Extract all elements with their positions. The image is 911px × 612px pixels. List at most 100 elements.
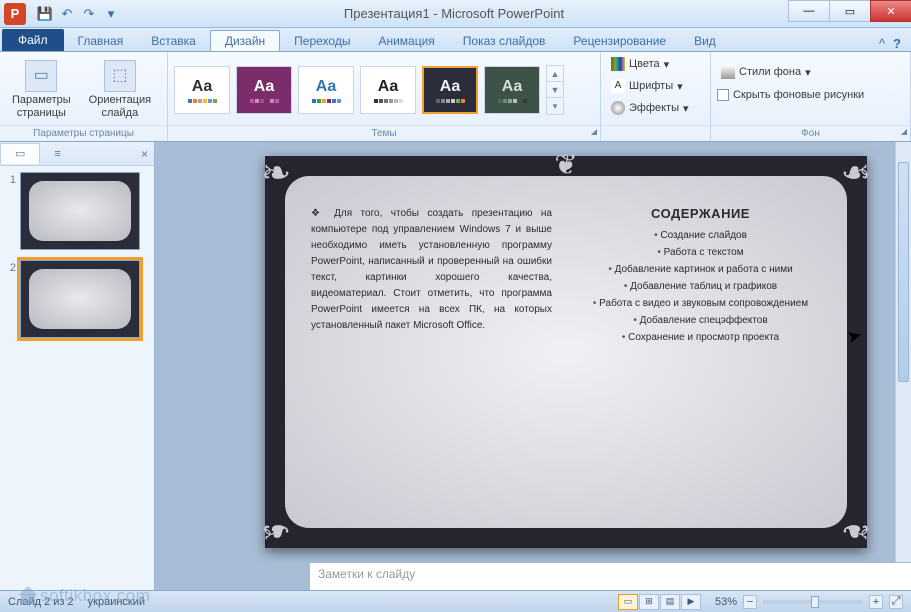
group-themes: AaAaAaAaAaAa▲▼▾ Темы ◢ — [168, 52, 601, 141]
theme-more-icon[interactable]: ▾ — [547, 98, 563, 114]
theme-item-0[interactable]: Aa — [174, 66, 230, 114]
ribbon-minimize-icon[interactable]: ^ — [879, 36, 885, 51]
zoom-knob[interactable] — [811, 596, 819, 608]
title-bar: P 💾 ↶ ↷ ▾ Презентация1 - Microsoft Power… — [0, 0, 911, 28]
toc-item: Работа с видео и звуковым сопровождением — [580, 297, 821, 310]
slide-number: 1 — [4, 172, 16, 250]
theme-item-4[interactable]: Aa — [422, 66, 478, 114]
tab-review[interactable]: Рецензирование — [559, 31, 680, 51]
theme-up-icon[interactable]: ▲ — [547, 66, 563, 82]
background-styles-button[interactable]: Стили фона ▾ — [717, 63, 815, 81]
toc-item: Добавление картинок и работа с ними — [580, 263, 821, 276]
group-label-background: Фон ◢ — [711, 125, 910, 141]
tab-transitions[interactable]: Переходы — [280, 31, 364, 51]
scrollbar-thumb[interactable] — [898, 162, 909, 382]
zoom-in-button[interactable]: + — [869, 595, 883, 609]
bg-launcher-icon[interactable]: ◢ — [901, 127, 907, 136]
minimize-button[interactable]: — — [788, 0, 830, 22]
colors-button[interactable]: Цвета ▾ — [607, 55, 673, 73]
close-button[interactable]: ✕ — [870, 0, 911, 22]
tab-animation[interactable]: Анимация — [364, 31, 448, 51]
fit-window-button[interactable]: ⤢ — [889, 595, 903, 609]
normal-view-button[interactable]: ▭ — [618, 594, 638, 610]
tab-home[interactable]: Главная — [64, 31, 138, 51]
reading-view-button[interactable]: ▤ — [660, 594, 680, 610]
notes-pane[interactable]: Заметки к слайду — [310, 562, 911, 590]
page-setup-icon: ▭ — [25, 60, 57, 92]
hide-bg-graphics-checkbox[interactable]: Скрыть фоновые рисунки — [717, 89, 864, 101]
zoom-percent[interactable]: 53% — [715, 596, 737, 608]
window-title: Презентация1 - Microsoft PowerPoint — [120, 6, 788, 21]
app-icon: P — [4, 3, 26, 25]
checkbox-icon — [717, 89, 729, 101]
ribbon-tabs: Файл Главная Вставка Дизайн Переходы Ани… — [0, 28, 911, 52]
toc-item: Создание слайдов — [580, 229, 821, 242]
tab-insert[interactable]: Вставка — [137, 31, 210, 51]
help-icon[interactable]: ? — [893, 36, 901, 51]
theme-item-1[interactable]: Aa — [236, 66, 292, 114]
slide-text-left[interactable]: ❖ Для того, чтобы создать презентацию на… — [311, 206, 552, 508]
qat-more-icon[interactable]: ▾ — [102, 5, 120, 23]
slide-toc-list: Создание слайдов Работа с текстом Добавлен… — [580, 229, 821, 344]
theme-nav: ▲▼▾ — [546, 65, 564, 115]
workspace: ▭ ≡ × 1 2 ❧ ❧ ❧ ❧ ❦ ❖ Для того, чтобы со… — [0, 142, 911, 590]
status-slide-count: Слайд 2 из 2 — [8, 596, 74, 608]
thumbnail-row: 2 — [4, 260, 150, 338]
toc-item: Сохранение и просмотр проекта — [580, 331, 821, 344]
close-pane-icon[interactable]: × — [141, 147, 148, 161]
tab-view[interactable]: Вид — [680, 31, 730, 51]
slide-text-right[interactable]: СОДЕРЖАНИЕ Создание слайдов Работа с текс… — [580, 206, 821, 508]
window-controls: — ▭ ✕ — [788, 0, 911, 27]
group-variants: Цвета ▾ AШрифты ▾ Эффекты ▾ — [601, 52, 711, 141]
tab-design[interactable]: Дизайн — [210, 30, 280, 51]
thumbnail-tabs: ▭ ≡ × — [0, 142, 154, 166]
toc-item: Добавление таблиц и графиков — [580, 280, 821, 293]
group-label-page-setup: Параметры страницы — [0, 125, 167, 141]
slide-thumbnail-pane: ▭ ≡ × 1 2 — [0, 142, 155, 590]
group-page-setup: ▭ Параметры страницы ⬚ Ориентация слайда… — [0, 52, 168, 141]
vertical-scrollbar[interactable] — [895, 142, 911, 562]
thumbnail-row: 1 — [4, 172, 150, 250]
slide-editor[interactable]: ❧ ❧ ❧ ❧ ❦ ❖ Для того, чтобы создать през… — [155, 142, 911, 590]
zoom-control: 53% − + ⤢ — [715, 595, 903, 609]
thumbnail-list: 1 2 — [0, 166, 154, 590]
redo-icon[interactable]: ↷ — [80, 5, 98, 23]
orientation-icon: ⬚ — [104, 60, 136, 92]
theme-item-3[interactable]: Aa — [360, 66, 416, 114]
slide-thumbnail-2[interactable] — [20, 260, 140, 338]
maximize-button[interactable]: ▭ — [829, 0, 871, 22]
page-setup-button[interactable]: ▭ Параметры страницы — [6, 56, 77, 123]
quick-access-toolbar: 💾 ↶ ↷ ▾ — [36, 5, 120, 23]
effects-button[interactable]: Эффекты ▾ — [607, 99, 693, 117]
theme-down-icon[interactable]: ▼ — [547, 82, 563, 98]
slide-heading: СОДЕРЖАНИЕ — [580, 206, 821, 221]
group-background: Стили фона ▾ Скрыть фоновые рисунки Фон … — [711, 52, 911, 141]
fonts-button[interactable]: AШрифты ▾ — [607, 77, 687, 95]
slide-content: ❖ Для того, чтобы создать презентацию на… — [311, 206, 821, 508]
theme-item-2[interactable]: Aa — [298, 66, 354, 114]
tab-outline[interactable]: ≡ — [40, 145, 74, 163]
slide-thumbnail-1[interactable] — [20, 172, 140, 250]
slide-canvas[interactable]: ❧ ❧ ❧ ❧ ❦ ❖ Для того, чтобы создать през… — [265, 156, 867, 548]
sorter-view-button[interactable]: ⊞ — [639, 594, 659, 610]
tab-slides[interactable]: ▭ — [0, 143, 40, 164]
view-buttons: ▭ ⊞ ▤ ▶ — [618, 594, 701, 610]
theme-item-5[interactable]: Aa — [484, 66, 540, 114]
status-bar: Слайд 2 из 2 украинский ▭ ⊞ ▤ ▶ 53% − + … — [0, 590, 911, 612]
undo-icon[interactable]: ↶ — [58, 5, 76, 23]
bg-styles-icon — [721, 65, 735, 79]
zoom-out-button[interactable]: − — [743, 595, 757, 609]
effects-icon — [611, 101, 625, 115]
zoom-slider[interactable] — [763, 600, 863, 604]
slideshow-view-button[interactable]: ▶ — [681, 594, 701, 610]
ribbon: ▭ Параметры страницы ⬚ Ориентация слайда… — [0, 52, 911, 142]
tab-file[interactable]: Файл — [2, 29, 64, 51]
save-icon[interactable]: 💾 — [36, 5, 54, 23]
slide-orientation-button[interactable]: ⬚ Ориентация слайда — [83, 56, 157, 123]
toc-item: Работа с текстом — [580, 246, 821, 259]
status-language[interactable]: украинский — [88, 596, 145, 608]
themes-launcher-icon[interactable]: ◢ — [591, 127, 597, 136]
colors-icon — [611, 57, 625, 71]
tab-slideshow[interactable]: Показ слайдов — [449, 31, 560, 51]
fonts-icon: A — [611, 79, 625, 93]
